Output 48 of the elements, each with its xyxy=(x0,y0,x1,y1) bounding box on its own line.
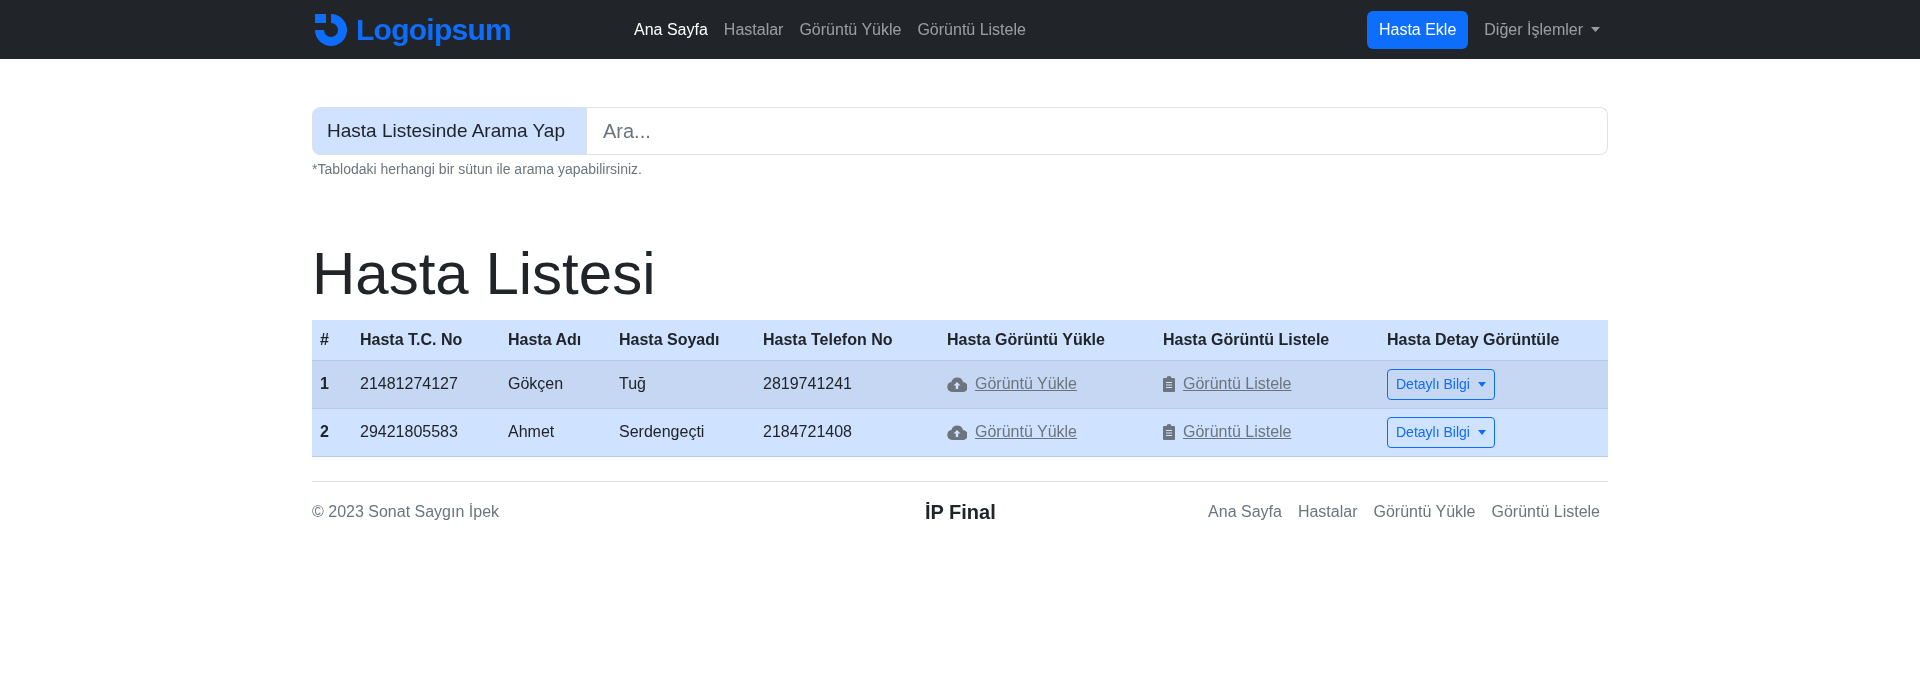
column-header: Hasta Soyadı xyxy=(619,330,720,348)
cloud-upload-icon xyxy=(947,376,967,392)
footer-link[interactable]: Ana Sayfa xyxy=(1208,499,1282,524)
caret-icon xyxy=(1591,27,1600,32)
link[interactable]: Görüntü Yükle xyxy=(975,372,1077,396)
column-header: Hasta T.C. No xyxy=(360,330,463,348)
link[interactable]: Görüntü Listele xyxy=(1183,372,1292,396)
nav-link[interactable]: Görüntü Listele xyxy=(917,17,1026,42)
nav-link[interactable]: Görüntü Yükle xyxy=(799,17,902,42)
footer-title: İP Final xyxy=(925,499,996,525)
table-cell: Gökçen xyxy=(508,375,564,392)
footer-link[interactable]: Görüntü Yükle xyxy=(1373,499,1476,524)
column-header: Hasta Görüntü Yükle xyxy=(947,330,1105,348)
clipboard-icon xyxy=(1163,376,1175,392)
caret-icon xyxy=(1477,429,1486,435)
table-cell: 29421805583 xyxy=(360,423,458,440)
search-help-text: *Tablodaki herhangi bir sütun ile arama yapabilirsiniz. xyxy=(312,160,643,179)
brand-logo[interactable]: Logoipsum xyxy=(356,14,511,45)
caret-icon xyxy=(1477,381,1486,387)
clipboard-icon xyxy=(1163,424,1175,440)
page-heading: Hasta Listesi xyxy=(312,239,657,309)
table-cell: Ahmet xyxy=(508,423,555,440)
footer-link[interactable]: Görüntü Listele xyxy=(1491,499,1600,524)
column-header: Hasta Görüntü Listele xyxy=(1163,330,1330,348)
table-cell: Tuğ xyxy=(619,375,646,392)
cloud-upload-icon xyxy=(947,424,967,440)
nav-link[interactable]: Hastalar xyxy=(723,17,784,42)
column-header: Hasta Telefon No xyxy=(763,330,893,348)
copyright-text: © 2023 Sonat Saygın İpek xyxy=(312,501,501,522)
footer-link[interactable]: Hastalar xyxy=(1297,499,1358,524)
link[interactable]: Görüntü Listele xyxy=(1183,420,1292,444)
column-header: Hasta Adı xyxy=(508,330,582,348)
search-label: Hasta Listesinde Arama Yap xyxy=(312,107,587,155)
nav-link[interactable]: Ana Sayfa xyxy=(634,17,708,42)
table-cell: 2819741241 xyxy=(763,375,852,392)
add-patient-button[interactable]: Hasta Ekle xyxy=(1366,10,1469,49)
row-number: 2 xyxy=(320,423,329,440)
search-field[interactable]: Ara... xyxy=(587,107,1608,155)
table-cell: 2184721408 xyxy=(763,423,852,440)
column-header: # xyxy=(320,330,329,348)
detail-dropdown-button[interactable]: Detaylı Bilgi xyxy=(1387,368,1495,400)
more-actions-dropdown[interactable]: Diğer İşlemler xyxy=(1484,17,1600,42)
column-header: Hasta Detay Görüntüle xyxy=(1387,330,1560,348)
row-number: 1 xyxy=(320,375,329,392)
table-cell: 21481274127 xyxy=(360,375,458,392)
link[interactable]: Görüntü Yükle xyxy=(975,420,1077,444)
table-cell: Serdengeçti xyxy=(619,423,705,440)
detail-dropdown-button[interactable]: Detaylı Bilgi xyxy=(1387,416,1495,448)
